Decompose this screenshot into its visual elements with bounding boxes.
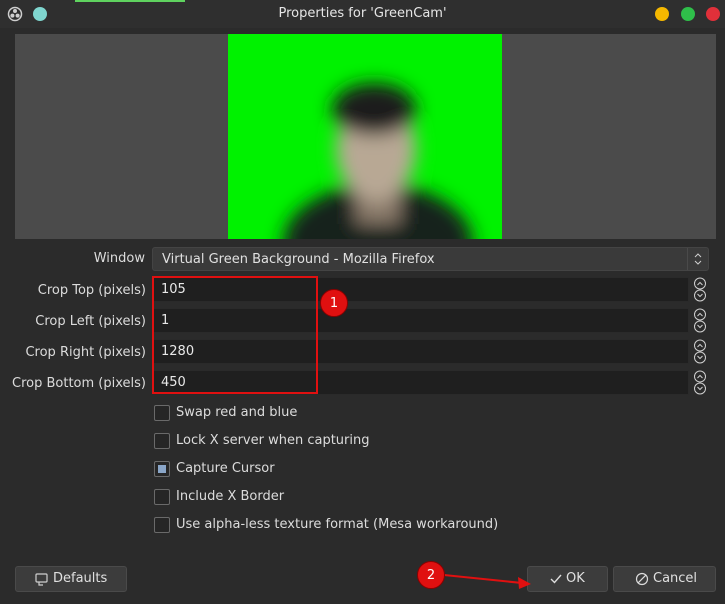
checkbox-label: Capture Cursor	[176, 461, 275, 476]
spin-down-icon	[694, 289, 706, 302]
defaults-icon	[35, 573, 48, 586]
checkbox-box[interactable]	[154, 405, 170, 421]
crop-bottom-label: Crop Bottom (pixels)	[12, 376, 146, 391]
crop-right-label: Crop Right (pixels)	[25, 345, 146, 360]
crop-bottom-stepper[interactable]	[690, 370, 710, 395]
window-select[interactable]: Virtual Green Background - Mozilla Firef…	[152, 247, 709, 271]
window-label: Window	[93, 251, 145, 266]
ok-label: OK	[566, 571, 585, 586]
crop-top-label: Crop Top (pixels)	[37, 283, 146, 298]
defaults-label: Defaults	[53, 571, 108, 586]
cancel-icon	[635, 572, 649, 586]
ok-button[interactable]: OK	[527, 566, 608, 592]
crop-top-stepper[interactable]	[690, 277, 710, 302]
annotation-badge-1: 1	[320, 289, 348, 317]
checkbox-label: Lock X server when capturing	[176, 433, 370, 448]
maximize-icon[interactable]	[681, 7, 695, 21]
preview-person-image	[283, 83, 473, 239]
crop-left-label: Crop Left (pixels)	[35, 314, 146, 329]
checkbox-label: Include X Border	[176, 489, 285, 504]
check-icon	[550, 574, 562, 584]
checkbox-label: Use alpha-less texture format (Mesa work…	[176, 517, 499, 532]
title-bar: Properties for 'GreenCam'	[0, 0, 725, 28]
minimize-icon[interactable]	[655, 7, 669, 21]
source-preview-image	[228, 34, 502, 239]
crop-right-stepper[interactable]	[690, 339, 710, 364]
defaults-button[interactable]: Defaults	[15, 566, 127, 592]
checkbox-box[interactable]	[154, 517, 170, 533]
close-icon[interactable]	[706, 7, 720, 21]
window-title: Properties for 'GreenCam'	[278, 6, 447, 21]
highlight-box	[152, 276, 318, 394]
spin-up-icon	[694, 277, 706, 290]
cancel-label: Cancel	[653, 571, 698, 586]
checkbox-label: Swap red and blue	[176, 405, 298, 420]
select-arrows-icon	[687, 248, 708, 270]
crop-left-stepper[interactable]	[690, 308, 710, 333]
cancel-button[interactable]: Cancel	[613, 566, 716, 592]
checkbox-box[interactable]	[154, 489, 170, 505]
annotation-badge-2: 2	[417, 561, 445, 589]
checkbox-box-checked[interactable]	[154, 461, 170, 477]
checkbox-box[interactable]	[154, 433, 170, 449]
window-select-value: Virtual Green Background - Mozilla Firef…	[162, 252, 435, 267]
